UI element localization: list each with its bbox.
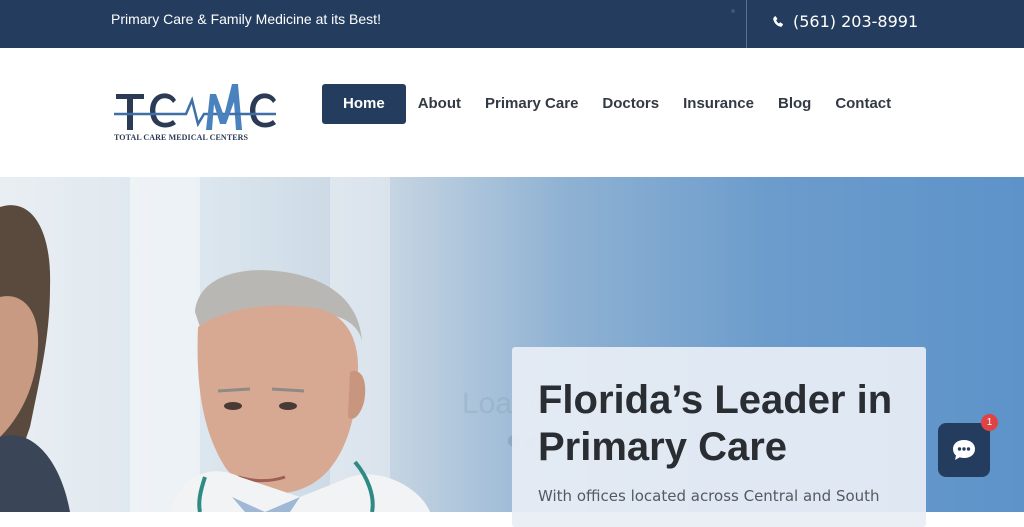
hero-card: Florida’s Leader in Primary Care With of… [512,347,926,527]
chat-button[interactable] [938,423,990,477]
nav-contact[interactable]: Contact [835,84,891,124]
nav-home[interactable]: Home [322,84,406,124]
nav-insurance[interactable]: Insurance [683,84,754,124]
top-bar: Primary Care & Family Medicine at its Be… [0,0,1024,48]
nav-blog[interactable]: Blog [778,84,811,124]
hero-title: Florida’s Leader in Primary Care [538,378,893,469]
site-logo[interactable]: TOTAL CARE MEDICAL CENTERS [114,80,278,148]
tagline: Primary Care & Family Medicine at its Be… [111,11,381,27]
main-nav: Home About Primary Care Doctors Insuranc… [322,84,891,124]
chat-notification-badge: 1 [981,414,998,431]
phone-icon [773,15,783,27]
logo-mark [114,84,276,130]
chat-bubble-icon [953,440,975,460]
nav-about[interactable]: About [418,84,461,124]
phone-number[interactable]: (561) 203-8991 [793,12,918,31]
decorative-dot [731,9,735,13]
phone-link[interactable]: (561) 203-8991 [771,12,918,31]
topbar-divider [746,0,747,48]
logo-subtitle: TOTAL CARE MEDICAL CENTERS [114,133,249,142]
nav-primary-care[interactable]: Primary Care [485,84,578,124]
hero-text: With offices located across Central and … [538,487,880,505]
nav-doctors[interactable]: Doctors [602,84,659,124]
